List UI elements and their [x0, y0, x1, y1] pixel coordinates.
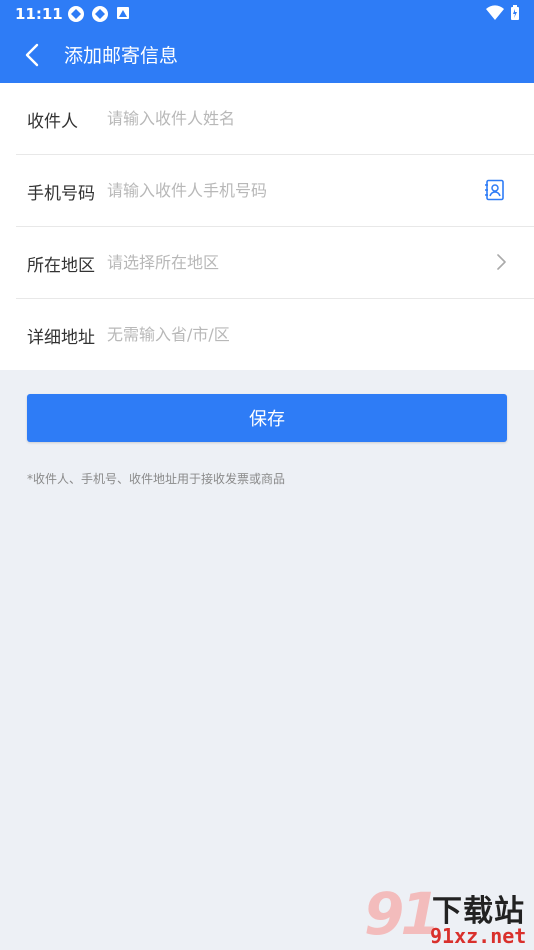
sync-icon [92, 6, 108, 22]
navigation-bar: 添加邮寄信息 [0, 28, 534, 83]
region-label: 所在地区 [27, 256, 95, 276]
phone-label: 手机号码 [27, 184, 95, 204]
recipient-row: 收件人 [16, 83, 534, 155]
site-watermark: 91 下载站 91xz.net [360, 880, 534, 950]
mailing-info-form: 收件人 手机号码 所在地区 详细地址 [0, 83, 534, 370]
phone-number-input[interactable] [107, 175, 477, 205]
back-arrow-icon[interactable] [22, 42, 44, 68]
chevron-right-icon [497, 254, 506, 270]
status-bar: 11:11 [0, 0, 534, 28]
battery-icon [511, 5, 519, 20]
recipient-label: 收件人 [27, 112, 78, 132]
contacts-book-icon[interactable] [484, 179, 506, 201]
save-button[interactable]: 保存 [27, 394, 507, 442]
address-label: 详细地址 [27, 328, 95, 348]
phone-row: 手机号码 [16, 155, 534, 227]
sync-icon [68, 6, 84, 22]
usage-note: *收件人、手机号、收件地址用于接收发票或商品 [27, 472, 286, 486]
top-app-bar: 11:11 添加邮寄信息 [0, 0, 534, 83]
notification-icons [67, 5, 131, 23]
status-time: 11:11 [15, 5, 63, 23]
region-row[interactable]: 所在地区 [16, 227, 534, 299]
wifi-icon [486, 5, 504, 21]
image-notification-icon [117, 7, 129, 19]
watermark-url: 91xz.net [430, 924, 527, 948]
address-row: 详细地址 [16, 299, 534, 370]
detailed-address-input[interactable] [107, 319, 477, 349]
region-select-field[interactable] [107, 247, 477, 277]
recipient-name-input[interactable] [107, 103, 477, 133]
watermark-logo-number: 91 [364, 880, 441, 948]
system-icons [486, 5, 520, 21]
page-title: 添加邮寄信息 [64, 45, 179, 67]
